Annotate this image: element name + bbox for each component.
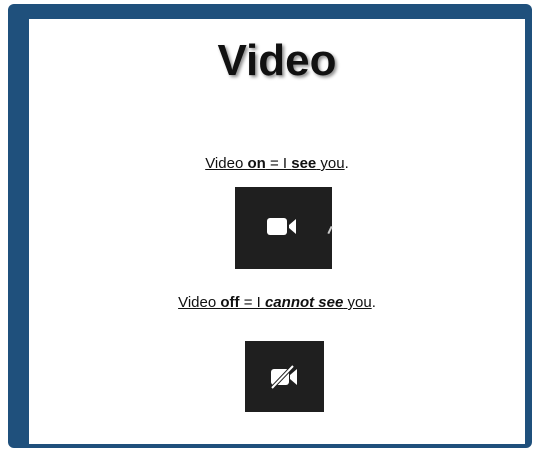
video-off-caption-part3: = I <box>239 294 265 311</box>
video-on-caption-part4: see <box>291 155 317 172</box>
video-off-caption-underlined: Video off = I cannot see you <box>178 294 372 311</box>
video-on-caption-part1: Video <box>205 155 248 172</box>
video-off-caption-part4: cannot see <box>264 294 344 311</box>
video-on-caption-end: . <box>344 155 349 172</box>
video-on-caption-part3: = I <box>265 155 292 172</box>
video-camera-off-icon <box>270 364 297 390</box>
slide-frame: Video Video on = I see you. Video off = … <box>8 4 532 448</box>
video-off-caption-part2: off <box>220 294 240 311</box>
page-title: Video <box>217 36 337 85</box>
video-on-caption: Video on = I see you. <box>29 156 525 171</box>
video-on-caption-part5: you <box>316 155 345 172</box>
slide-card: Video Video on = I see you. Video off = … <box>29 19 525 444</box>
video-off-caption-part5: you <box>343 294 372 311</box>
video-off-caption-end: . <box>371 294 376 311</box>
video-on-caption-part2: on <box>247 155 266 172</box>
video-off-caption-part1: Video <box>178 294 221 311</box>
video-on-caption-underlined: Video on = I see you <box>205 155 344 172</box>
video-off-caption: Video off = I cannot see you. <box>29 295 525 310</box>
video-camera-icon <box>267 218 296 235</box>
video-on-button[interactable] <box>235 187 332 269</box>
video-off-button[interactable] <box>245 341 324 412</box>
